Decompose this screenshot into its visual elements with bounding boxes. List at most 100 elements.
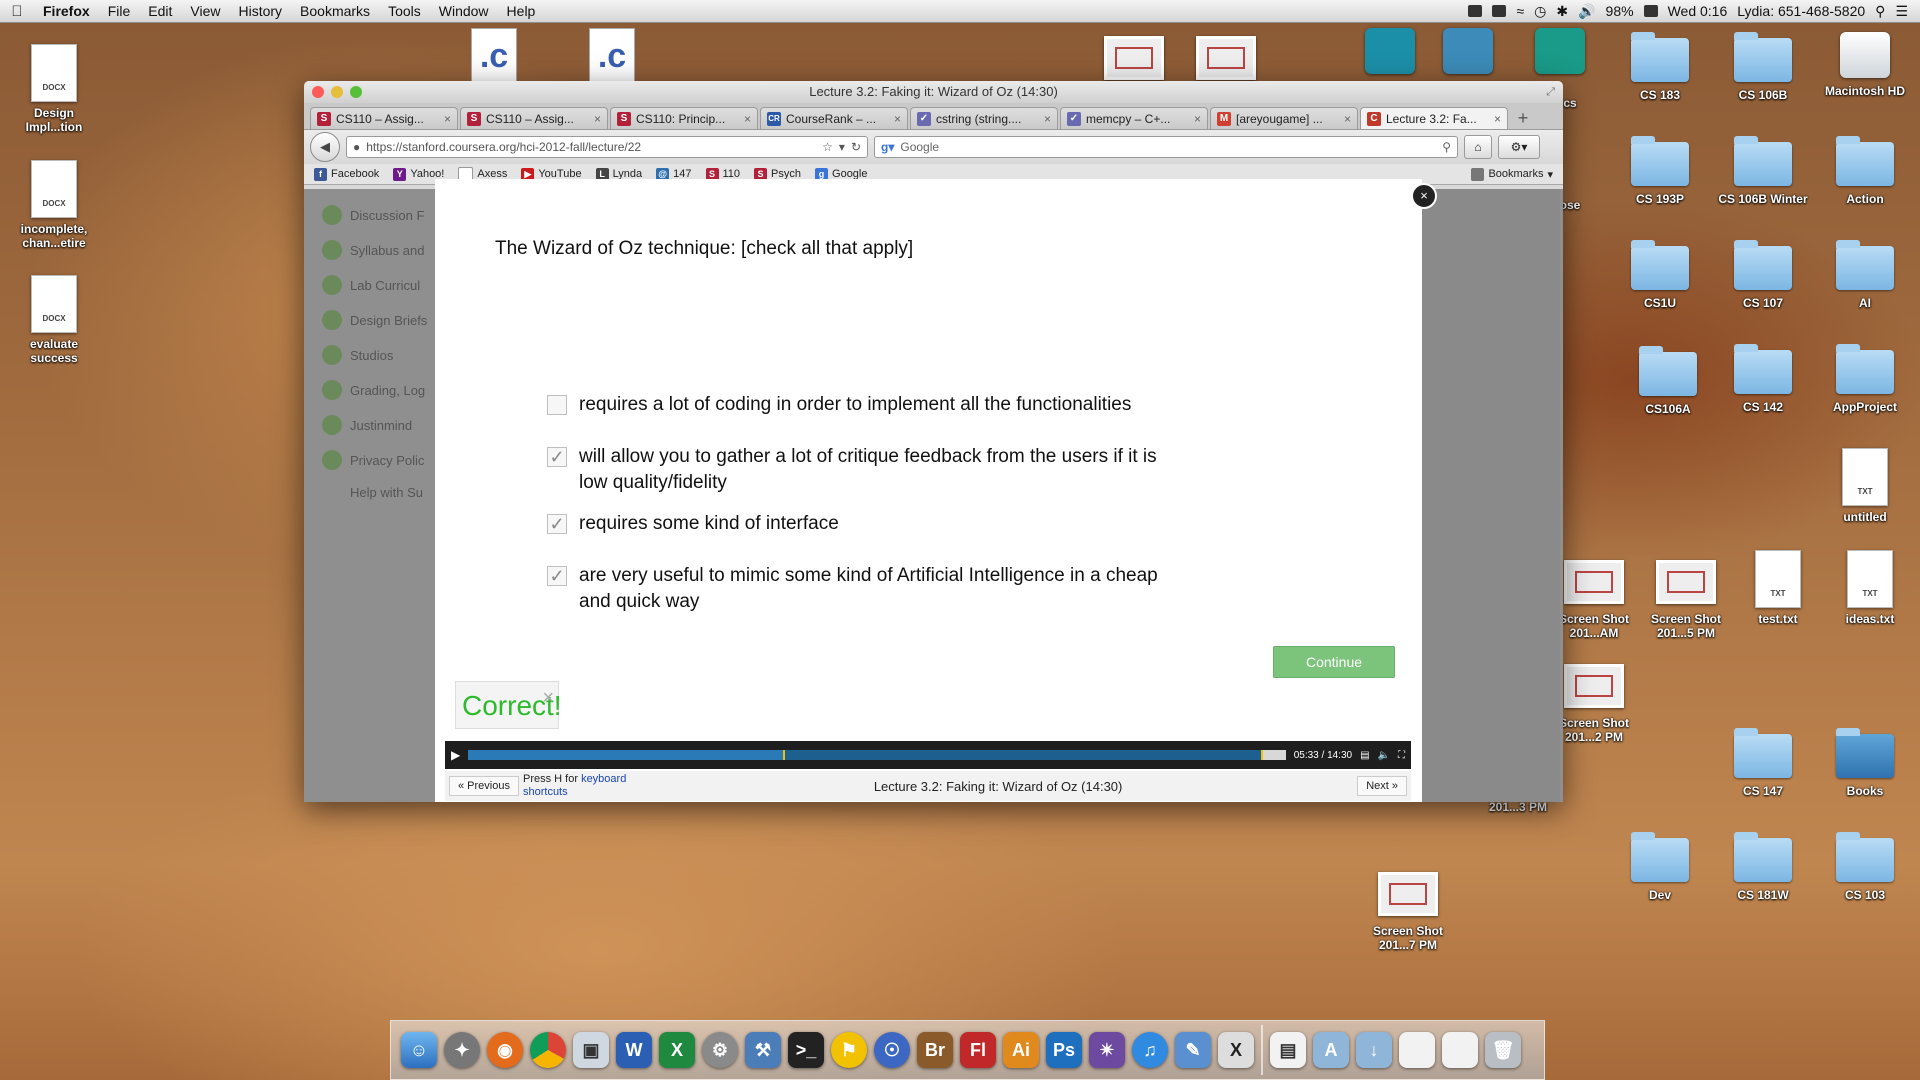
- downloads-folder-icon[interactable]: ↓: [1356, 1032, 1392, 1068]
- terminal-icon[interactable]: >_: [788, 1032, 824, 1068]
- tab-cs110-assign-2[interactable]: S CS110 – Assig... ×: [460, 107, 608, 129]
- evernote-icon[interactable]: [1468, 5, 1483, 17]
- books-app[interactable]: Books: [1817, 728, 1913, 798]
- bluetooth-icon[interactable]: ✱: [1556, 3, 1568, 20]
- next-button[interactable]: Next »: [1357, 776, 1407, 796]
- clock[interactable]: Wed 0:16: [1668, 3, 1728, 19]
- desktop-app-diamond[interactable]: [1420, 28, 1516, 80]
- tab-cstring[interactable]: ✓ cstring (string.... ×: [910, 107, 1058, 129]
- tab-close-icon[interactable]: ×: [1194, 112, 1201, 126]
- google-search-engine-icon[interactable]: g▾: [881, 140, 894, 154]
- tab-close-icon[interactable]: ×: [1044, 112, 1051, 126]
- folder-cs1u[interactable]: CS1U: [1612, 240, 1708, 310]
- tab-close-icon[interactable]: ×: [444, 112, 451, 126]
- search-bar[interactable]: g▾ Google ⚲: [874, 136, 1458, 158]
- preview-icon[interactable]: ▣: [573, 1032, 609, 1068]
- flash-icon[interactable]: Fl: [960, 1032, 996, 1068]
- play-icon[interactable]: ▶: [451, 748, 460, 762]
- folder-cs-103[interactable]: CS 103: [1817, 832, 1913, 902]
- folder-cs-106b[interactable]: CS 106B: [1715, 32, 1811, 102]
- desktop-file-design-impl[interactable]: DOCX Design Impl...tion: [6, 44, 102, 134]
- checkbox-checked[interactable]: ✓: [547, 514, 567, 534]
- reload-icon[interactable]: ↻: [851, 140, 861, 154]
- back-button[interactable]: ◀: [310, 132, 340, 162]
- file-test-txt[interactable]: TXT test.txt: [1730, 550, 1826, 626]
- tab-close-icon[interactable]: ×: [1494, 112, 1501, 126]
- safari-icon[interactable]: ☉: [874, 1032, 910, 1068]
- sidebar-item-help[interactable]: Help with Su: [350, 485, 423, 500]
- bridge-icon[interactable]: Br: [917, 1032, 953, 1068]
- folder-dev[interactable]: Dev: [1612, 832, 1708, 902]
- sidebar-item-design-briefs[interactable]: Design Briefs: [322, 310, 427, 330]
- site-identity-icon[interactable]: ●: [353, 140, 360, 154]
- illustrator-icon[interactable]: Ai: [1003, 1032, 1039, 1068]
- sidebar-item-syllabus[interactable]: Syllabus and: [322, 240, 424, 260]
- sidebar-item-justinmind[interactable]: Justinmind: [322, 415, 412, 435]
- volume-icon[interactable]: 🔈: [1378, 750, 1390, 761]
- tab-close-icon[interactable]: ×: [594, 112, 601, 126]
- folder-cs106a[interactable]: CS106A: [1620, 346, 1716, 416]
- folder-cs-142[interactable]: CS 142: [1715, 344, 1811, 414]
- tab-close-icon[interactable]: ×: [744, 112, 751, 126]
- quiz-option-2[interactable]: ✓ will allow you to gather a lot of crit…: [547, 444, 1167, 496]
- itunes-icon[interactable]: ♫: [1132, 1032, 1168, 1068]
- sidebar-item-grading[interactable]: Grading, Log: [322, 380, 425, 400]
- excel-icon[interactable]: X: [659, 1032, 695, 1068]
- menu-edit[interactable]: Edit: [139, 3, 181, 19]
- bookmark-star-icon[interactable]: ☆: [822, 140, 833, 154]
- wifi-icon[interactable]: ≈: [1516, 3, 1524, 19]
- sidebar-item-discussion[interactable]: Discussion F: [322, 205, 424, 225]
- screenshot-stack-icon-2[interactable]: [1442, 1032, 1478, 1068]
- menu-history[interactable]: History: [229, 3, 291, 19]
- tab-cs110-assign-1[interactable]: S CS110 – Assig... ×: [310, 107, 458, 129]
- close-modal-icon[interactable]: ×: [1411, 183, 1437, 209]
- tab-areyougame[interactable]: M [areyougame] ... ×: [1210, 107, 1358, 129]
- tab-memcpy[interactable]: ✓ memcpy – C+... ×: [1060, 107, 1208, 129]
- volume-icon[interactable]: 🔊: [1578, 3, 1595, 20]
- folder-cs-107[interactable]: CS 107: [1715, 240, 1811, 310]
- word-icon[interactable]: W: [616, 1032, 652, 1068]
- user-menu[interactable]: Lydia: 651-468-5820: [1737, 3, 1865, 19]
- screenshot-5pm[interactable]: Screen Shot 201...5 PM: [1638, 560, 1734, 640]
- battery-percent[interactable]: 98%: [1606, 3, 1634, 19]
- spotlight-icon[interactable]: ⚲: [1875, 3, 1885, 20]
- tab-cs110-principles[interactable]: S CS110: Princip... ×: [610, 107, 758, 129]
- tab-courserank[interactable]: CR CourseRank – ... ×: [760, 107, 908, 129]
- apple-menu-icon[interactable]: : [0, 3, 34, 20]
- sidebar-item-lab-curriculum[interactable]: Lab Curricul: [322, 275, 420, 295]
- file-ideas-txt[interactable]: TXT ideas.txt: [1822, 550, 1918, 626]
- desktop-flipping-text-app[interactable]: [1512, 28, 1608, 80]
- menu-help[interactable]: Help: [498, 3, 545, 19]
- tab-close-icon[interactable]: ×: [894, 112, 901, 126]
- sidebar-item-privacy[interactable]: Privacy Polic: [322, 450, 424, 470]
- folder-cs-183[interactable]: CS 183: [1612, 32, 1708, 102]
- folder-cs-193p[interactable]: CS 193P: [1612, 136, 1708, 206]
- folder-appproject[interactable]: AppProject: [1817, 344, 1913, 414]
- instruments-icon[interactable]: ✎: [1175, 1032, 1211, 1068]
- documents-stack-icon[interactable]: ▤: [1270, 1032, 1306, 1068]
- folder-cs-147[interactable]: CS 147: [1715, 728, 1811, 798]
- folder-action[interactable]: Action: [1817, 136, 1913, 206]
- display-icon[interactable]: [1492, 5, 1507, 17]
- screenshot-stack-icon[interactable]: [1399, 1032, 1435, 1068]
- quiz-option-4[interactable]: ✓ are very useful to mimic some kind of …: [547, 563, 1167, 615]
- tab-lecture-active[interactable]: C Lecture 3.2: Fa... ×: [1360, 107, 1508, 129]
- battery-icon[interactable]: [1643, 5, 1658, 17]
- menu-firefox[interactable]: Firefox: [34, 3, 99, 19]
- x11-icon[interactable]: X: [1218, 1032, 1254, 1068]
- cyberduck-icon[interactable]: ⚑: [831, 1032, 867, 1068]
- video-progress-bar[interactable]: [468, 750, 1286, 760]
- menu-tools[interactable]: Tools: [379, 3, 430, 19]
- firefox-icon[interactable]: ◉: [487, 1032, 523, 1068]
- bookmarks-menu-button[interactable]: Bookmarks ▾: [1471, 167, 1553, 181]
- applications-folder-icon[interactable]: A: [1313, 1032, 1349, 1068]
- fullscreen-icon[interactable]: ⤢: [1546, 81, 1555, 103]
- desktop-c-file-1[interactable]: .c: [446, 28, 542, 88]
- file-untitled[interactable]: TXT untitled: [1817, 448, 1913, 524]
- sidebar-item-studios[interactable]: Studios: [322, 345, 393, 365]
- folder-cs-181w[interactable]: CS 181W: [1715, 832, 1811, 902]
- screenshot-7pm[interactable]: Screen Shot 201...7 PM: [1360, 872, 1456, 952]
- new-tab-button[interactable]: +: [1510, 107, 1536, 129]
- dismiss-feedback-icon[interactable]: ×: [542, 674, 554, 722]
- quiz-option-3[interactable]: ✓ requires some kind of interface: [547, 511, 1167, 537]
